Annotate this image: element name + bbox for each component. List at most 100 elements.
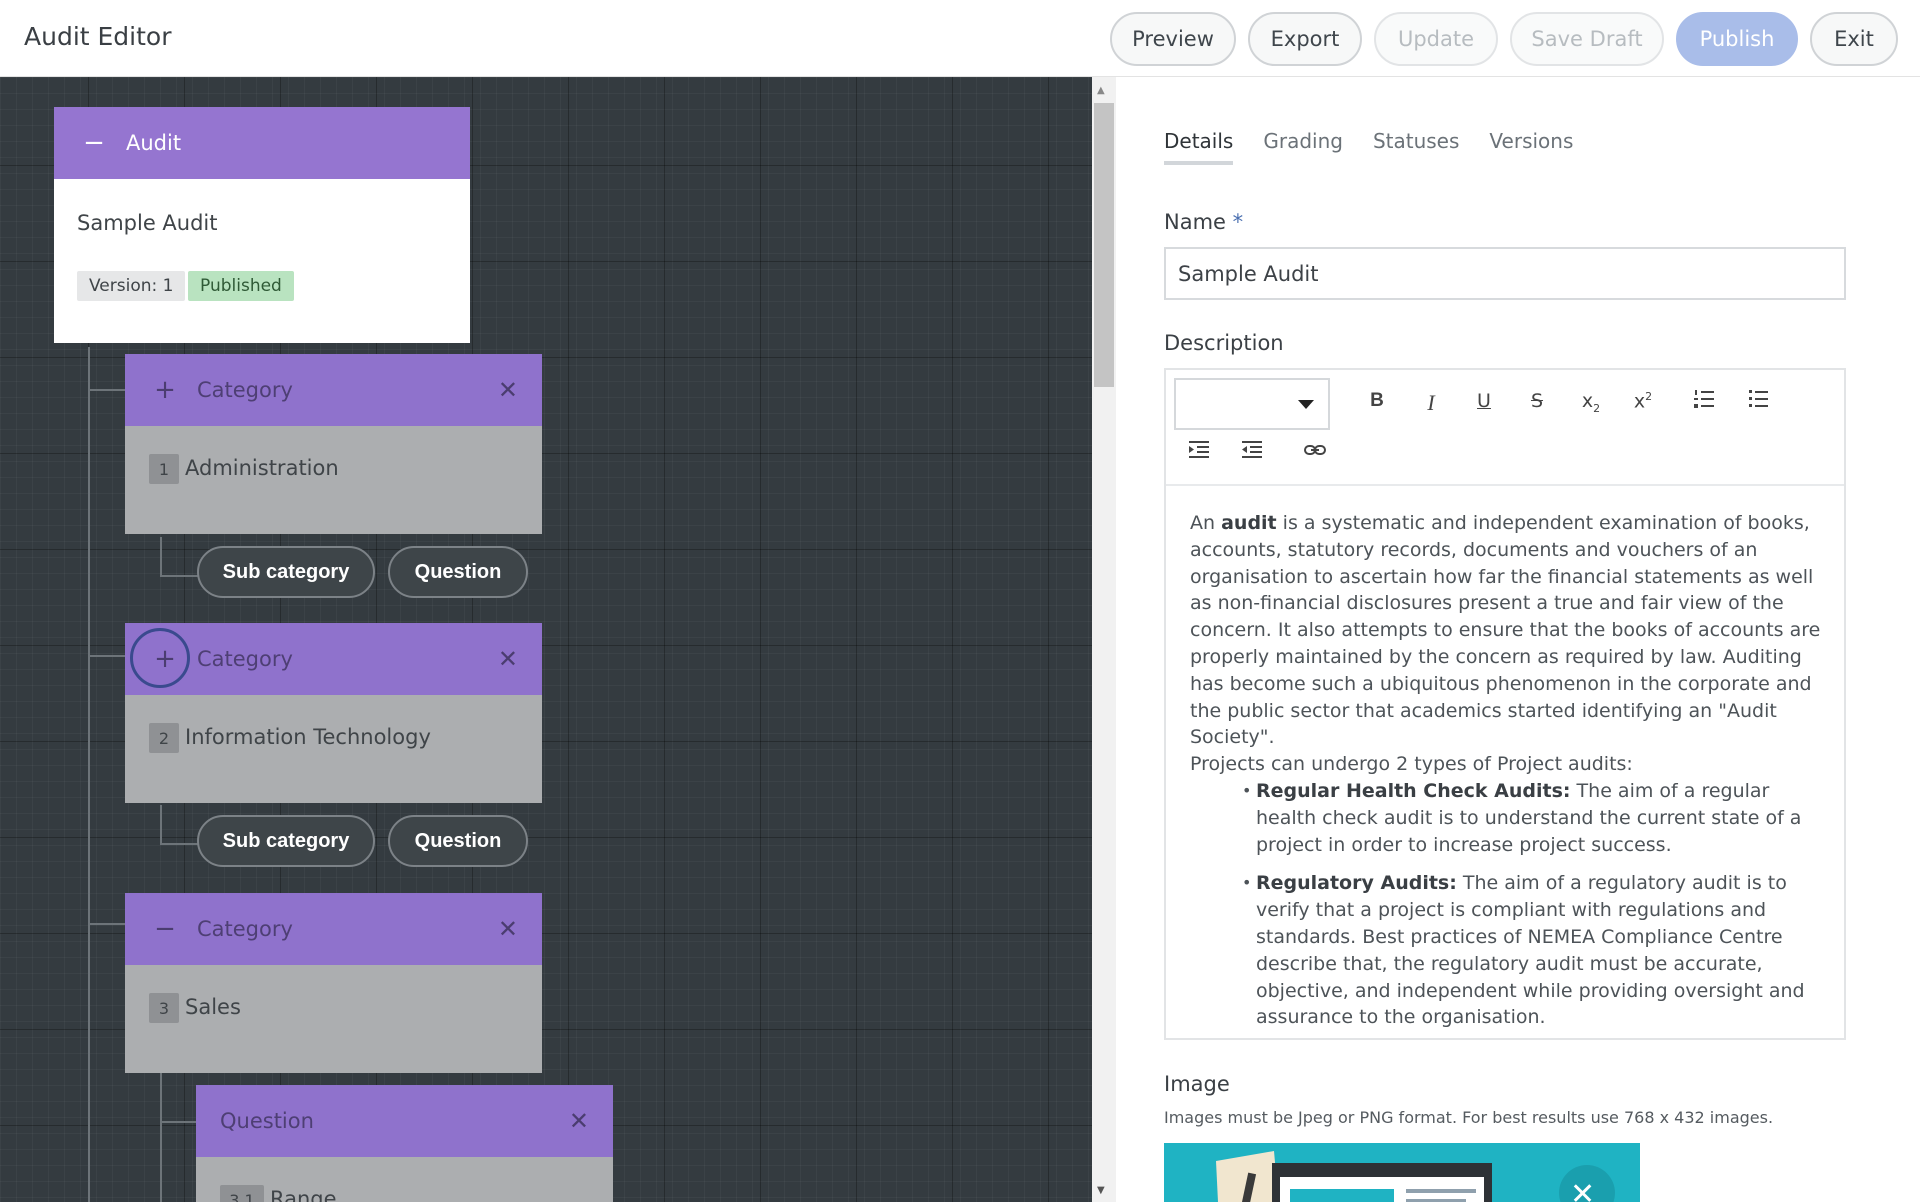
tree-connector <box>160 805 162 845</box>
subscript-icon[interactable]: x2 <box>1576 390 1606 415</box>
list-item: Regular Health Check Audits: The aim of … <box>1242 778 1826 858</box>
tree-connector <box>160 537 162 577</box>
description-editor[interactable]: B I U S x2 x2 An audit is a systematic a… <box>1164 368 1846 1040</box>
description-paragraph: An audit is a systematic and independent… <box>1190 510 1826 751</box>
category-card-title: Category <box>197 378 293 402</box>
audit-name: Sample Audit <box>77 211 218 235</box>
status-badge: Published <box>188 271 294 301</box>
category-card-header: − Category ✕ <box>125 893 542 965</box>
export-button[interactable]: Export <box>1248 12 1362 66</box>
superscript-icon[interactable]: x2 <box>1628 390 1658 412</box>
name-label: Name * <box>1164 210 1243 234</box>
audit-card[interactable]: − Audit Sample Audit Version: 1 Publishe… <box>54 107 470 343</box>
outdent-icon[interactable] <box>1237 439 1267 466</box>
tree-connector <box>160 1073 162 1202</box>
category-card-title: Category <box>197 647 293 671</box>
bold-text: audit <box>1221 512 1277 534</box>
question-card[interactable]: Question ✕ 3.1 Range <box>196 1085 613 1202</box>
unordered-list-icon[interactable] <box>1743 388 1773 415</box>
text-run: An <box>1190 512 1222 534</box>
link-icon[interactable] <box>1300 439 1330 466</box>
strikethrough-icon[interactable]: S <box>1522 390 1552 412</box>
category-card-body: 3 Sales <box>125 965 542 1073</box>
scroll-down-icon[interactable]: ▼ <box>1097 1185 1105 1196</box>
bold-text: Regular Health Check Audits: <box>1256 779 1571 802</box>
format-dropdown[interactable] <box>1174 378 1330 430</box>
minus-icon[interactable]: − <box>76 107 112 179</box>
question-card-title: Question <box>220 1109 314 1133</box>
name-input[interactable]: Sample Audit <box>1164 247 1846 300</box>
category-card[interactable]: + Category ✕ 1 Administration <box>125 354 542 534</box>
category-card-header: + Category ✕ <box>125 354 542 426</box>
indent-icon[interactable] <box>1184 439 1214 466</box>
audit-card-body: Sample Audit Version: 1 Published <box>54 179 470 343</box>
editor-toolbar: B I U S x2 x2 <box>1166 370 1844 486</box>
plus-icon[interactable]: + <box>147 354 183 426</box>
update-button[interactable]: Update <box>1374 12 1498 66</box>
category-number: 2 <box>149 723 179 753</box>
add-sub-category-button[interactable]: Sub category <box>197 546 375 598</box>
category-card-body: 1 Administration <box>125 426 542 534</box>
ordered-list-icon[interactable] <box>1689 388 1719 415</box>
close-icon[interactable]: ✕ <box>1570 1177 1595 1202</box>
category-name: Sales <box>185 995 241 1019</box>
required-marker: * <box>1232 210 1244 234</box>
question-card-header: Question ✕ <box>196 1085 613 1157</box>
close-icon[interactable]: ✕ <box>569 1107 589 1135</box>
tree-connector <box>160 575 198 577</box>
audit-tree-canvas[interactable]: − Audit Sample Audit Version: 1 Publishe… <box>0 77 1092 1202</box>
close-icon[interactable]: ✕ <box>498 645 518 673</box>
app-header: Audit Editor Preview Export Update Save … <box>0 0 1920 77</box>
publish-button[interactable]: Publish <box>1676 12 1798 66</box>
save-draft-button[interactable]: Save Draft <box>1510 12 1664 66</box>
category-card-body: 2 Information Technology <box>125 695 542 803</box>
bold-text: Regulatory Audits: <box>1256 872 1457 895</box>
tab-statuses[interactable]: Statuses <box>1373 129 1459 165</box>
tree-connector <box>88 347 90 1202</box>
bold-icon[interactable]: B <box>1362 390 1392 412</box>
list-item: Regulatory Audits: The aim of a regulato… <box>1242 870 1826 1031</box>
version-badge: Version: 1 <box>77 271 186 301</box>
underline-icon[interactable]: U <box>1469 390 1499 412</box>
add-question-button[interactable]: Question <box>388 546 528 598</box>
add-sub-category-button[interactable]: Sub category <box>197 815 375 867</box>
close-icon[interactable]: ✕ <box>498 376 518 404</box>
details-panel: Details Grading Statuses Versions Name *… <box>1116 77 1920 1202</box>
category-card-title: Category <box>197 917 293 941</box>
tree-connector <box>160 1121 198 1123</box>
tab-details[interactable]: Details <box>1164 129 1234 165</box>
preview-button[interactable]: Preview <box>1110 12 1236 66</box>
close-icon[interactable]: ✕ <box>498 915 518 943</box>
audit-card-header: − Audit <box>54 107 470 179</box>
tree-connector <box>88 923 126 925</box>
audit-card-title: Audit <box>126 131 182 155</box>
image-hint: Images must be Jpeg or PNG format. For b… <box>1164 1108 1774 1127</box>
canvas-scrollbar[interactable]: ▲ ▼ <box>1092 77 1116 1202</box>
tab-grading[interactable]: Grading <box>1263 129 1343 165</box>
category-name: Information Technology <box>185 725 431 749</box>
category-number: 1 <box>149 454 179 484</box>
text-run: is a systematic and independent examinat… <box>1190 512 1821 749</box>
tree-connector <box>88 655 126 657</box>
question-name: Range <box>270 1187 337 1202</box>
exit-button[interactable]: Exit <box>1810 12 1898 66</box>
name-label-text: Name <box>1164 210 1226 234</box>
minus-icon[interactable]: − <box>147 893 183 965</box>
tab-versions[interactable]: Versions <box>1489 129 1573 165</box>
italic-icon[interactable]: I <box>1416 390 1446 416</box>
text-run: The aim of a regulatory audit is to veri… <box>1256 872 1805 1029</box>
chevron-down-icon <box>1298 400 1314 409</box>
description-content[interactable]: An audit is a systematic and independent… <box>1190 510 1826 1043</box>
tree-connector <box>88 389 126 391</box>
category-name: Administration <box>185 456 339 480</box>
description-bullet-list: Regular Health Check Audits: The aim of … <box>1242 778 1826 1031</box>
question-number: 3.1 <box>220 1185 264 1202</box>
app-title: Audit Editor <box>24 22 172 51</box>
scroll-thumb[interactable] <box>1094 103 1114 387</box>
image-preview[interactable]: ✕ <box>1164 1143 1640 1202</box>
scroll-up-icon[interactable]: ▲ <box>1097 85 1105 96</box>
category-number: 3 <box>149 993 179 1023</box>
add-question-button[interactable]: Question <box>388 815 528 867</box>
description-paragraph: Projects can undergo 2 types of Project … <box>1190 753 1633 776</box>
category-card[interactable]: − Category ✕ 3 Sales <box>125 893 542 1073</box>
